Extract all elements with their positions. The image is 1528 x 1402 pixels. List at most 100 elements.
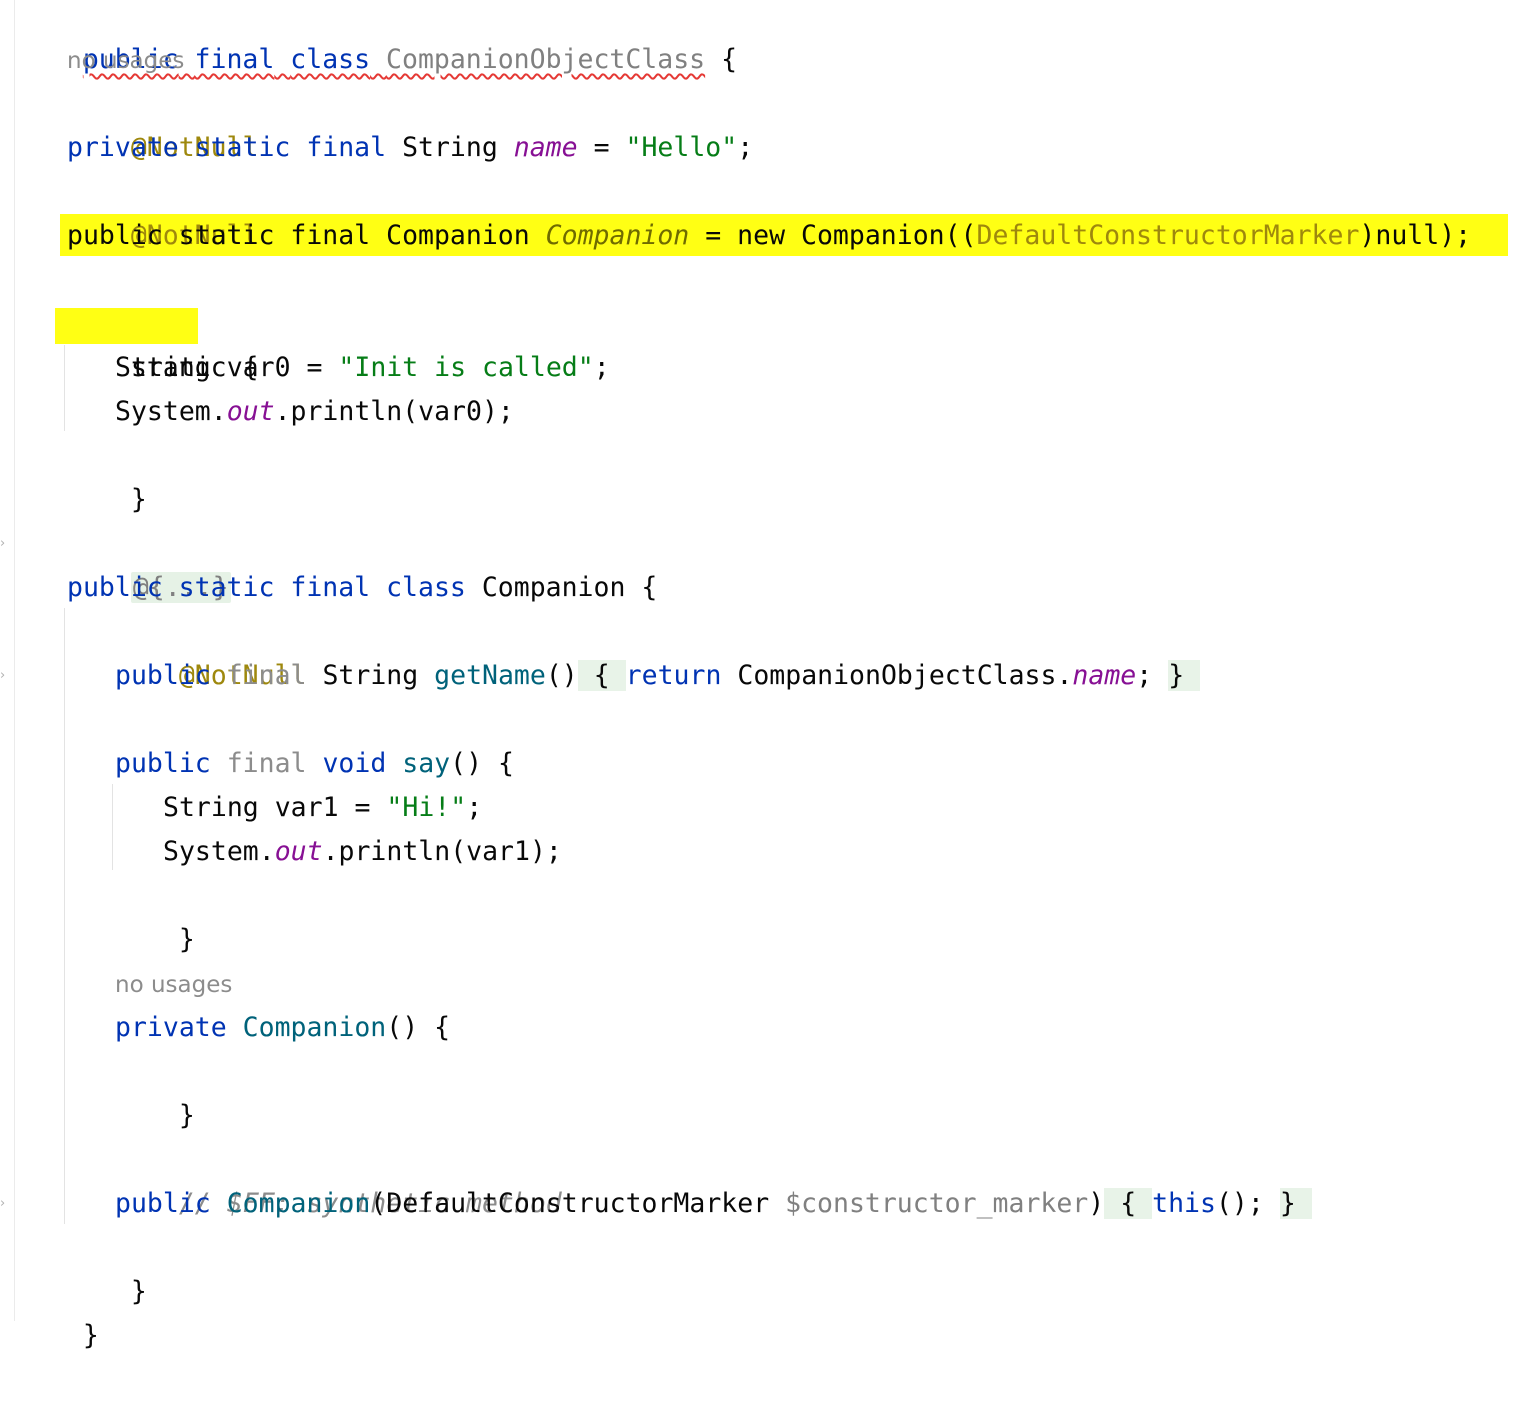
code-line-var1[interactable]: String var1 = "Hi!"; bbox=[163, 786, 482, 830]
fold-arrow-icon[interactable]: › bbox=[0, 669, 8, 683]
brace: { bbox=[593, 660, 610, 691]
cast-type: DefaultConstructorMarker bbox=[976, 220, 1360, 251]
keyword: final bbox=[194, 44, 275, 75]
semicolon: ; bbox=[466, 792, 483, 823]
keyword: class bbox=[290, 44, 371, 75]
parens: () { bbox=[386, 1012, 451, 1043]
code-line-comment[interactable]: // $FF: synthetic method bbox=[115, 1138, 562, 1219]
indent-guide bbox=[112, 784, 113, 870]
constructor-call: Companion(( bbox=[801, 220, 977, 251]
code-line-println[interactable]: System.out.println(var1); bbox=[163, 830, 562, 874]
code-line-annotation[interactable]: @NotNull bbox=[115, 610, 307, 691]
type: String bbox=[163, 792, 259, 823]
code-line-say[interactable]: public final void say() { bbox=[115, 742, 514, 786]
code-line-name-field[interactable]: private static final String name = "Hell… bbox=[67, 126, 753, 170]
string-literal: "Hi!" bbox=[386, 792, 467, 823]
type: Companion bbox=[386, 220, 530, 251]
type: String bbox=[402, 132, 498, 163]
code-line-private-ctor[interactable]: private Companion() { bbox=[115, 1006, 450, 1050]
code-line-close[interactable]: } bbox=[115, 1050, 195, 1131]
brace: } bbox=[130, 484, 147, 515]
parens: () bbox=[545, 660, 578, 691]
variable: var1 = bbox=[274, 792, 371, 823]
code-line-getname[interactable]: public final String getName() { return C… bbox=[115, 654, 1201, 698]
code-line-var0[interactable]: String var0 = "Init is called"; bbox=[115, 346, 610, 390]
class-name: Companion bbox=[481, 572, 626, 603]
fold-arrow-icon[interactable]: › bbox=[0, 1197, 8, 1211]
code-line-companion-field[interactable]: public static final Companion Companion … bbox=[67, 214, 1471, 258]
brace: } bbox=[130, 1276, 147, 1307]
type: String bbox=[322, 660, 419, 691]
field-name: out bbox=[226, 396, 275, 427]
usages-hint[interactable]: no usages bbox=[115, 963, 232, 1007]
keyword: this bbox=[1152, 1188, 1216, 1219]
brace: } bbox=[178, 924, 195, 955]
keyword: public static final bbox=[67, 220, 371, 251]
method-call: (); bbox=[1215, 1188, 1264, 1219]
brace: } bbox=[1168, 660, 1185, 691]
code-line-annotation[interactable]: @NotNull bbox=[67, 82, 259, 163]
keyword: private bbox=[115, 1012, 227, 1043]
code-line-static-block[interactable]: static { bbox=[67, 302, 259, 383]
code-tail: )null); bbox=[1359, 220, 1472, 251]
semicolon: ; bbox=[1136, 660, 1153, 691]
code-line-annotation[interactable]: @NotNull bbox=[67, 170, 259, 251]
indent-guide bbox=[64, 608, 65, 1224]
brace: { bbox=[641, 572, 658, 603]
field-name: out bbox=[274, 836, 323, 867]
parens: ) bbox=[1088, 1188, 1105, 1219]
keyword: public bbox=[115, 660, 211, 691]
class-ref: System. bbox=[163, 836, 275, 867]
class-name: CompanionObjectClass bbox=[386, 44, 706, 75]
brace: { bbox=[721, 44, 738, 75]
usages-hint[interactable]: no usages bbox=[67, 39, 184, 83]
editor-gutter-edge bbox=[14, 0, 15, 1321]
keyword: public bbox=[115, 748, 211, 779]
variable: var0 = bbox=[226, 352, 323, 383]
method-name: getName bbox=[434, 660, 546, 691]
string-literal: "Hello" bbox=[625, 132, 738, 163]
string-literal: "Init is called" bbox=[338, 352, 594, 383]
parens: () { bbox=[450, 748, 514, 779]
code-line-folded-annotation[interactable]: @{...} bbox=[67, 522, 231, 603]
brace: } bbox=[1279, 1188, 1296, 1219]
operator: = bbox=[705, 220, 722, 251]
field-name: name bbox=[1072, 660, 1137, 691]
parameter-type: (DefaultConstructorMarker bbox=[370, 1188, 770, 1219]
code-line-class-decl[interactable]: public final class CompanionObjectClass … bbox=[19, 0, 737, 75]
keyword: private static final bbox=[67, 132, 387, 163]
operator: = bbox=[593, 132, 610, 163]
fold-arrow-icon[interactable]: › bbox=[0, 537, 8, 551]
keyword: final bbox=[226, 748, 307, 779]
keyword: return bbox=[625, 660, 722, 691]
method-call: .println(var0); bbox=[274, 396, 514, 427]
code-line-synthetic-ctor[interactable]: public Companion(DefaultConstructorMarke… bbox=[115, 1182, 1312, 1226]
class-ref: CompanionObjectClass. bbox=[737, 660, 1073, 691]
indent-guide bbox=[64, 345, 65, 431]
field-name: name bbox=[513, 132, 578, 163]
field-name: Companion bbox=[545, 220, 690, 251]
code-line-close[interactable]: } bbox=[19, 1270, 99, 1351]
method-name: say bbox=[402, 748, 451, 779]
parameter-name: $constructor_marker bbox=[785, 1188, 1089, 1219]
brace: } bbox=[82, 1320, 99, 1351]
code-line-companion-class[interactable]: public static final class Companion { bbox=[67, 566, 657, 610]
method-call: .println(var1); bbox=[322, 836, 562, 867]
constructor-name: Companion bbox=[242, 1012, 387, 1043]
code-line-close[interactable]: } bbox=[67, 1226, 147, 1307]
constructor-name: Companion bbox=[226, 1188, 371, 1219]
semicolon: ; bbox=[593, 352, 610, 383]
type: String bbox=[115, 352, 211, 383]
semicolon: ; bbox=[737, 132, 754, 163]
keyword: void bbox=[322, 748, 387, 779]
keyword: final bbox=[226, 660, 307, 691]
keyword: public static final class bbox=[67, 572, 466, 603]
brace: } bbox=[178, 1100, 195, 1131]
brace: { bbox=[1120, 1188, 1137, 1219]
class-ref: System. bbox=[115, 396, 227, 427]
keyword: public bbox=[115, 1188, 211, 1219]
code-line-close[interactable]: } bbox=[67, 434, 147, 515]
code-line-close[interactable]: } bbox=[115, 874, 195, 955]
code-line-println[interactable]: System.out.println(var0); bbox=[115, 390, 514, 434]
code-editor[interactable]: › › › public final class CompanionObject… bbox=[0, 0, 1528, 1351]
